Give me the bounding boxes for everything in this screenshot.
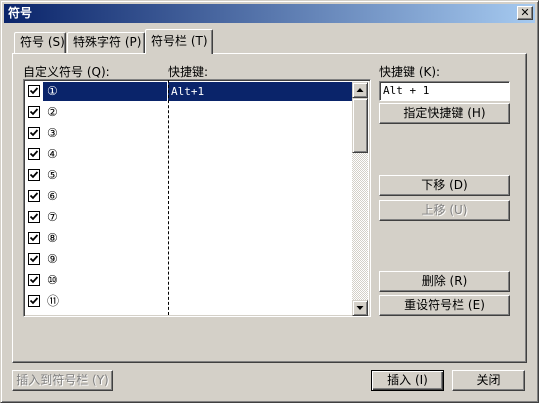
close-icon[interactable]: ✕ — [517, 6, 533, 20]
delete-button[interactable]: 删除 (R) — [379, 271, 510, 292]
checkbox[interactable] — [28, 211, 40, 223]
symbol-cell: ⑤ — [47, 168, 58, 182]
checkbox[interactable] — [28, 190, 40, 202]
shortcut-cell — [168, 229, 354, 248]
tab-special-chars[interactable]: 特殊字符 (P) — [67, 32, 145, 53]
symbol-cell: ⑩ — [47, 273, 58, 287]
tab-symbol-bar[interactable]: 符号栏 (T) — [145, 29, 213, 54]
shortcut-input[interactable]: Alt + 1 — [379, 81, 510, 101]
reset-symbol-bar-button[interactable]: 重设符号栏 (E) — [379, 295, 510, 316]
checkbox[interactable] — [28, 232, 40, 244]
move-down-button[interactable]: 下移 (D) — [379, 175, 510, 196]
list-item[interactable]: ⑤ — [26, 164, 354, 185]
list-item[interactable]: ② — [26, 101, 354, 122]
insert-button[interactable]: 插入 (I) — [371, 370, 444, 391]
tab-symbols[interactable]: 符号 (S) — [14, 32, 66, 53]
tab-symbol-bar-label: 符号栏 (T) — [151, 34, 208, 48]
column-divider — [168, 80, 169, 316]
checkbox[interactable] — [28, 253, 40, 265]
shortcut-field-label: 快捷键 (K): — [379, 65, 441, 79]
list-item[interactable]: ⑨ — [26, 248, 354, 269]
list-item[interactable]: ⑥ — [26, 185, 354, 206]
title-bar[interactable]: 符号 ✕ — [4, 4, 535, 23]
scroll-down-button[interactable] — [352, 300, 368, 316]
assign-shortcut-button[interactable]: 指定快捷键 (H) — [379, 103, 510, 124]
shortcut-cell — [168, 103, 354, 122]
close-button[interactable]: 关闭 — [452, 370, 525, 391]
shortcut-column-label: 快捷键: — [168, 65, 209, 79]
shortcut-cell — [168, 145, 354, 164]
vertical-scrollbar[interactable] — [352, 82, 368, 316]
checkbox[interactable] — [28, 85, 40, 97]
triangle-down-icon — [356, 306, 364, 310]
symbol-cell: ③ — [47, 126, 58, 140]
list-item[interactable]: ① Alt+1 — [26, 80, 354, 101]
triangle-up-icon — [356, 88, 364, 92]
insert-to-bar-button[interactable]: 插入到符号栏 (Y) — [12, 370, 113, 391]
list-item[interactable]: ⑩ — [26, 269, 354, 290]
checkbox[interactable] — [28, 148, 40, 160]
symbol-list-label: 自定义符号 (Q): — [23, 65, 110, 79]
list-item[interactable]: ⑧ — [26, 227, 354, 248]
list-item[interactable]: ⑪ — [26, 290, 354, 311]
tab-symbols-label: 符号 (S) — [20, 35, 65, 49]
shortcut-cell: Alt+1 — [168, 82, 354, 101]
scroll-thumb[interactable] — [352, 98, 368, 153]
window-title: 符号 — [8, 6, 33, 20]
checkbox[interactable] — [28, 106, 40, 118]
list-item[interactable]: ③ — [26, 122, 354, 143]
symbol-cell: ⑪ — [47, 294, 60, 308]
checkbox[interactable] — [28, 169, 40, 181]
shortcut-cell — [168, 271, 354, 290]
checkbox[interactable] — [28, 127, 40, 139]
shortcut-cell — [168, 124, 354, 143]
symbol-cell: ⑦ — [47, 210, 58, 224]
list-item[interactable]: ⑦ — [26, 206, 354, 227]
shortcut-cell — [168, 250, 354, 269]
symbol-cell: ① — [43, 82, 167, 101]
shortcut-cell — [168, 166, 354, 185]
checkbox[interactable] — [28, 274, 40, 286]
symbol-cell: ⑧ — [47, 231, 58, 245]
symbol-cell: ④ — [47, 147, 58, 161]
symbol-cell: ⑨ — [47, 252, 58, 266]
shortcut-cell — [168, 187, 354, 206]
shortcut-cell — [168, 292, 354, 311]
checkbox[interactable] — [28, 295, 40, 307]
shortcut-cell — [168, 208, 354, 227]
list-item[interactable]: ④ — [26, 143, 354, 164]
tab-special-chars-label: 特殊字符 (P) — [73, 35, 142, 49]
symbol-cell: ⑥ — [47, 189, 58, 203]
move-up-button[interactable]: 上移 (U) — [379, 200, 510, 221]
scroll-up-button[interactable] — [352, 82, 368, 98]
symbol-list[interactable]: ① Alt+1 ② ③ ④ ⑤ ⑥ ⑦ ⑧ ⑨ ⑩ ⑪ — [23, 79, 371, 317]
symbol-cell: ② — [47, 105, 58, 119]
